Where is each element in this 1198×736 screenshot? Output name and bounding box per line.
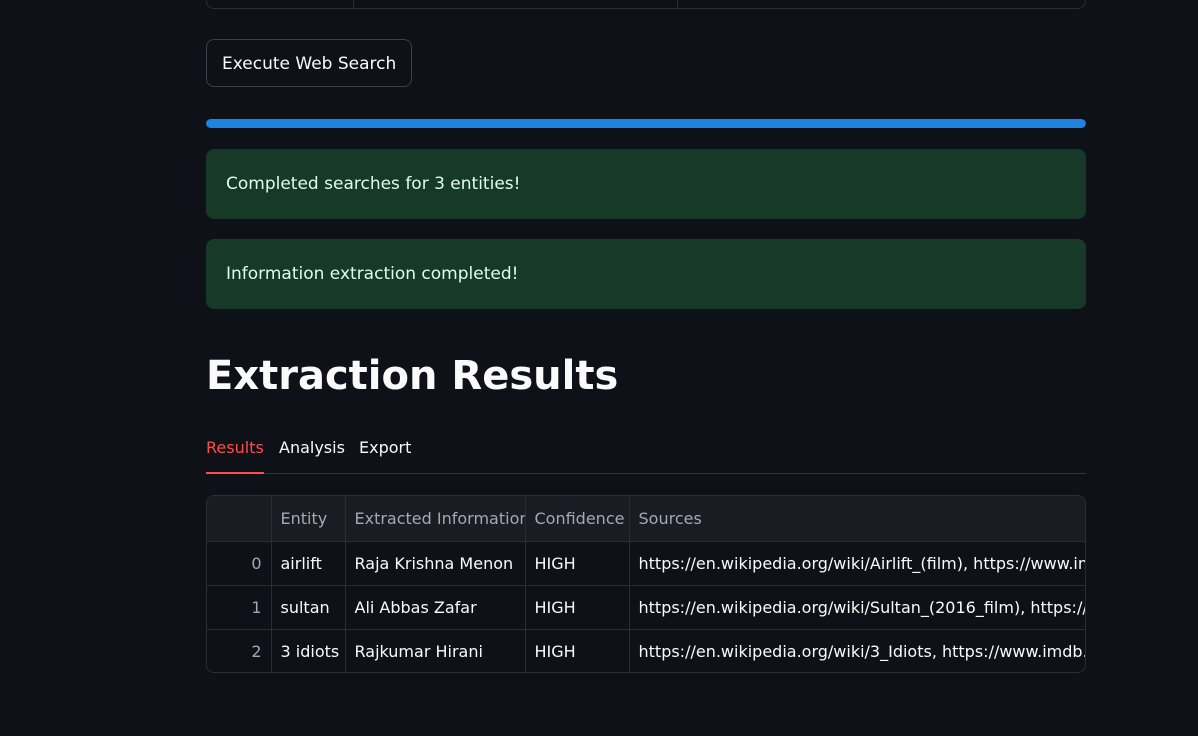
- cell-entity[interactable]: sultan: [271, 585, 346, 630]
- success-alert-searches: Completed searches for 3 entities!: [206, 149, 1086, 219]
- tab-bar: Results Analysis Export: [206, 428, 1086, 474]
- results-table[interactable]: Entity Extracted Information Confidence …: [206, 495, 1086, 673]
- row-index: 0: [207, 541, 272, 586]
- cell-extracted-information[interactable]: Raja Krishna Menon: [345, 541, 526, 586]
- column-divider: [353, 0, 354, 8]
- table-row: 1 sultan Ali Abbas Zafar HIGH https://en…: [207, 585, 1085, 630]
- tab-export[interactable]: Export: [359, 428, 411, 474]
- column-header-entity[interactable]: Entity: [271, 496, 346, 542]
- section-title: Extraction Results: [206, 353, 619, 399]
- cell-extracted-information[interactable]: Rajkumar Hirani: [345, 629, 526, 672]
- cell-confidence[interactable]: HIGH: [525, 541, 630, 586]
- cell-confidence[interactable]: HIGH: [525, 585, 630, 630]
- previous-table-remnant: [206, 0, 1086, 9]
- cell-entity[interactable]: 3 idiots: [271, 629, 346, 672]
- table-header-row: Entity Extracted Information Confidence …: [207, 496, 1085, 542]
- cell-entity[interactable]: airlift: [271, 541, 346, 586]
- table-row: 2 3 idiots Rajkumar Hirani HIGH https://…: [207, 629, 1085, 672]
- column-divider: [677, 0, 678, 8]
- progress-bar: [206, 119, 1086, 128]
- cell-confidence[interactable]: HIGH: [525, 629, 630, 672]
- cell-sources[interactable]: https://en.wikipedia.org/wiki/3_Idiots, …: [629, 629, 1085, 672]
- cell-sources[interactable]: https://en.wikipedia.org/wiki/Airlift_(f…: [629, 541, 1085, 586]
- progress-bar-fill: [206, 119, 1086, 128]
- success-alert-extraction: Information extraction completed!: [206, 239, 1086, 309]
- column-header-confidence[interactable]: Confidence: [525, 496, 630, 542]
- column-header-sources[interactable]: Sources: [629, 496, 1085, 542]
- tab-analysis[interactable]: Analysis: [279, 428, 345, 474]
- cell-extracted-information[interactable]: Ali Abbas Zafar: [345, 585, 526, 630]
- row-index: 2: [207, 629, 272, 672]
- column-header-extracted-information[interactable]: Extracted Information: [345, 496, 526, 542]
- cell-sources[interactable]: https://en.wikipedia.org/wiki/Sultan_(20…: [629, 585, 1085, 630]
- table-row: 0 airlift Raja Krishna Menon HIGH https:…: [207, 541, 1085, 586]
- execute-web-search-button[interactable]: Execute Web Search: [206, 39, 413, 87]
- column-header-index[interactable]: [207, 496, 272, 542]
- row-index: 1: [207, 585, 272, 630]
- tab-results[interactable]: Results: [206, 428, 264, 474]
